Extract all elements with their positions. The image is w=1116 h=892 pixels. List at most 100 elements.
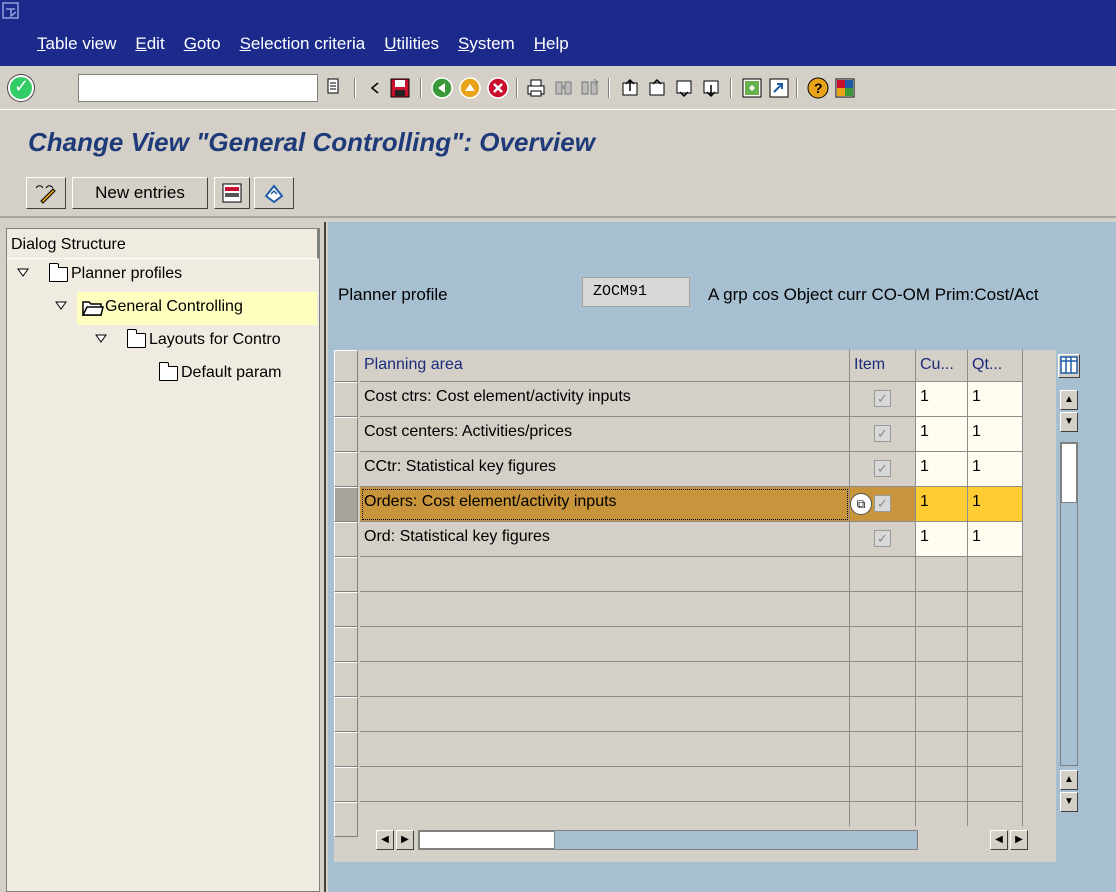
row-select-button[interactable] — [334, 382, 358, 417]
cu-cell[interactable]: 1 — [916, 382, 968, 417]
vertical-scroll-thumb[interactable] — [1061, 443, 1077, 503]
select-all-button[interactable] — [334, 350, 358, 382]
menu-help[interactable]: Help — [534, 34, 569, 54]
scroll-down-button[interactable]: ▼ — [1060, 412, 1078, 432]
qt-cell[interactable]: 1 — [968, 452, 1023, 487]
title-area: Change View "General Controlling": Overv… — [0, 110, 1116, 170]
scroll-up-button[interactable]: ▲ — [1060, 390, 1078, 410]
folder-icon — [127, 329, 146, 348]
qt-cell[interactable]: 1 — [968, 522, 1023, 557]
enter-icon[interactable] — [8, 75, 34, 101]
planning-area-cell[interactable]: CCtr: Statistical key figures — [360, 452, 850, 487]
tree-node-default-param[interactable]: Default param — [7, 358, 319, 391]
item-checkbox[interactable]: ✓ — [874, 495, 891, 512]
cu-cell[interactable]: 1 — [916, 522, 968, 557]
back-icon[interactable] — [430, 76, 454, 100]
shortcut-icon[interactable] — [767, 76, 791, 100]
new-entries-button[interactable]: New entries — [72, 177, 208, 209]
collapse-icon[interactable] — [363, 76, 387, 100]
expanded-triangle-icon[interactable] — [95, 334, 107, 344]
standard-toolbar: ? — [0, 66, 1116, 110]
scroll-up-button-2[interactable]: ▲ — [1060, 770, 1078, 790]
row-select-button[interactable] — [334, 417, 358, 452]
planning-area-cell[interactable]: Cost ctrs: Cost element/activity inputs — [360, 382, 850, 417]
row-select-button[interactable] — [334, 732, 358, 767]
system-menu-icon[interactable] — [2, 2, 20, 20]
vertical-scroll-track[interactable] — [1060, 442, 1078, 766]
item-checkbox[interactable]: ✓ — [874, 390, 891, 407]
horizontal-scroll-thumb[interactable] — [419, 831, 555, 849]
tree-node-layouts[interactable]: Layouts for Contro — [7, 325, 319, 358]
qt-cell[interactable]: 1 — [968, 417, 1023, 452]
print-icon[interactable] — [524, 76, 548, 100]
menu-utilities[interactable]: Utilities — [384, 34, 439, 54]
expanded-triangle-icon[interactable] — [55, 301, 67, 311]
dialog-structure-tree: Dialog Structure Planner profiles Genera… — [6, 228, 320, 892]
row-select-button[interactable] — [334, 487, 358, 522]
item-checkbox[interactable]: ✓ — [874, 530, 891, 547]
scroll-left-button[interactable]: ◀ — [376, 830, 394, 850]
column-header-planning-area[interactable]: Planning area — [360, 350, 850, 382]
row-select-button[interactable] — [334, 557, 358, 592]
item-checkbox[interactable]: ✓ — [874, 460, 891, 477]
row-select-button[interactable] — [334, 452, 358, 487]
scroll-left-button-2[interactable]: ◀ — [990, 830, 1008, 850]
planning-area-cell[interactable]: Cost centers: Activities/prices — [360, 417, 850, 452]
previous-page-icon[interactable] — [645, 76, 669, 100]
last-page-icon[interactable] — [699, 76, 723, 100]
undo-change-button[interactable] — [254, 177, 294, 209]
tree-node-planner-profiles[interactable]: Planner profiles — [7, 259, 319, 292]
row-select-button[interactable] — [334, 662, 358, 697]
create-session-icon[interactable] — [740, 76, 764, 100]
help-icon[interactable]: ? — [806, 76, 830, 100]
menu-system[interactable]: System — [458, 34, 515, 54]
menu-goto[interactable]: Goto — [184, 34, 221, 54]
scroll-right-button[interactable]: ▶ — [396, 830, 414, 850]
table-settings-button[interactable] — [1058, 354, 1080, 378]
first-page-icon[interactable] — [618, 76, 642, 100]
exit-icon[interactable] — [458, 76, 482, 100]
cu-cell[interactable]: 1 — [916, 452, 968, 487]
horizontal-scroll-track[interactable] — [418, 830, 918, 850]
row-select-button[interactable] — [334, 522, 358, 557]
item-cell — [850, 697, 916, 732]
command-field[interactable] — [78, 74, 318, 102]
save-icon[interactable] — [388, 76, 412, 100]
column-header-item[interactable]: Item — [850, 350, 916, 382]
tree-node-label: Default param — [181, 364, 282, 381]
column-header-cu[interactable]: Cu... — [916, 350, 968, 382]
menu-selection-criteria[interactable]: Selection criteria — [240, 34, 366, 54]
cu-cell — [916, 697, 968, 732]
qt-cell[interactable]: 1 — [968, 382, 1023, 417]
planning-area-cell — [360, 557, 850, 592]
find-next-icon[interactable] — [578, 76, 602, 100]
row-select-button[interactable] — [334, 802, 358, 837]
row-select-button[interactable] — [334, 767, 358, 802]
planning-area-table: Planning area Item Cu... Qt... Cost ctrs… — [334, 350, 1056, 862]
display-change-button[interactable] — [26, 177, 66, 209]
row-select-button[interactable] — [334, 592, 358, 627]
cancel-icon[interactable] — [486, 76, 510, 100]
customize-layout-icon[interactable] — [833, 76, 857, 100]
planning-area-cell[interactable]: Ord: Statistical key figures — [360, 522, 850, 557]
planning-area-cell[interactable]: Orders: Cost element/activity inputs — [360, 487, 850, 522]
column-header-qt[interactable]: Qt... — [968, 350, 1023, 382]
copy-as-button[interactable] — [214, 177, 250, 209]
expanded-triangle-icon[interactable] — [17, 268, 29, 278]
scroll-right-button-2[interactable]: ▶ — [1010, 830, 1028, 850]
menu-table-view[interactable]: Table view — [37, 34, 116, 54]
cu-cell[interactable]: 1 — [916, 487, 968, 522]
item-checkbox[interactable]: ✓ — [874, 425, 891, 442]
row-select-button[interactable] — [334, 697, 358, 732]
menu-edit[interactable]: Edit — [135, 34, 164, 54]
next-page-icon[interactable] — [672, 76, 696, 100]
command-history-icon[interactable] — [326, 78, 342, 96]
qt-cell — [968, 662, 1023, 697]
svg-text:?: ? — [814, 80, 823, 96]
tree-node-general-controlling[interactable]: General Controlling — [7, 292, 319, 325]
scroll-down-button-2[interactable]: ▼ — [1060, 792, 1078, 812]
cu-cell[interactable]: 1 — [916, 417, 968, 452]
qt-cell[interactable]: 1 — [968, 487, 1023, 522]
find-icon[interactable] — [552, 76, 576, 100]
row-select-button[interactable] — [334, 627, 358, 662]
